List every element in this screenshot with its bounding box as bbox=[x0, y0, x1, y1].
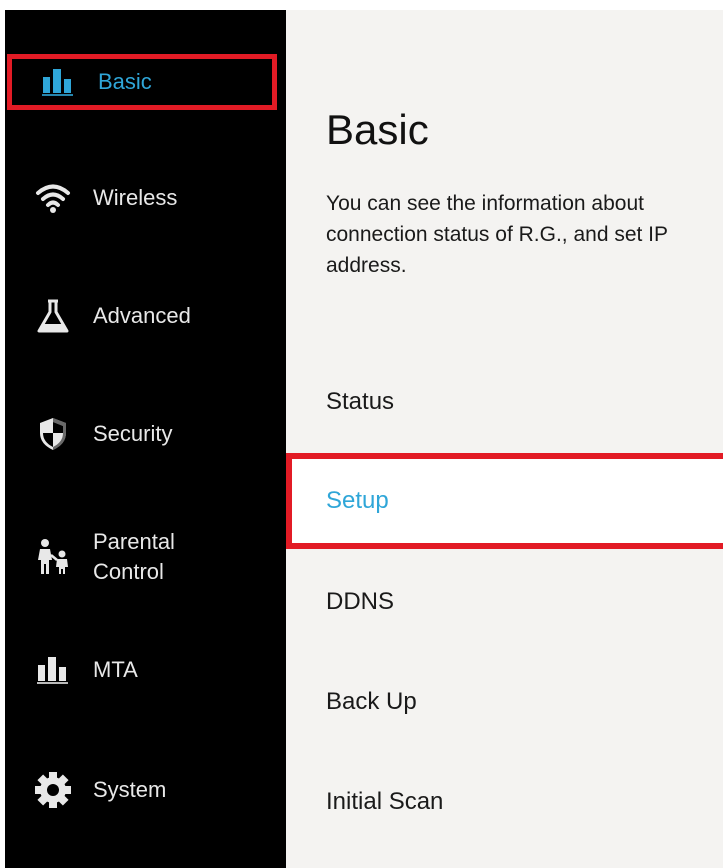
sidebar-item-label: MTA bbox=[93, 657, 138, 682]
sidebar-item-label: Wireless bbox=[93, 185, 178, 210]
menu-item-label: Back Up bbox=[326, 688, 417, 715]
sidebar-item-parental-control[interactable]: Parental Control bbox=[5, 524, 286, 590]
menu-item-status[interactable]: Status bbox=[286, 367, 723, 437]
sidebar-item-basic[interactable]: Basic bbox=[7, 54, 277, 110]
menu-item-label: Setup bbox=[326, 487, 389, 514]
gear-icon bbox=[33, 770, 73, 810]
sidebar-item-label: Parental Control bbox=[93, 529, 175, 584]
bar-chart-icon bbox=[38, 62, 78, 102]
shield-icon bbox=[33, 414, 73, 454]
menu-item-setup[interactable]: Setup bbox=[286, 453, 723, 549]
menu-item-label: Initial Scan bbox=[326, 788, 444, 815]
sidebar-item-wireless[interactable]: Wireless bbox=[5, 170, 286, 226]
sidebar-item-advanced[interactable]: Advanced bbox=[5, 288, 286, 344]
wifi-icon bbox=[33, 178, 73, 218]
router-admin-app: Basic Wireless Advanced Security Parenta… bbox=[0, 0, 723, 868]
menu-item-label: Status bbox=[326, 388, 395, 415]
menu-item-label: DDNS bbox=[326, 588, 395, 615]
page-title: Basic bbox=[326, 106, 429, 153]
sidebar-item-label: Basic bbox=[98, 69, 152, 94]
sidebar-item-label: System bbox=[93, 777, 167, 802]
sidebar-item-security[interactable]: Security bbox=[5, 406, 286, 462]
menu-item-initial-scan[interactable]: Initial Scan bbox=[286, 767, 723, 837]
sidebar-item-label: Security bbox=[93, 421, 173, 446]
sidebar-item-mta[interactable]: MTA bbox=[5, 642, 286, 698]
flask-icon bbox=[33, 296, 73, 336]
bar-chart-icon bbox=[33, 650, 73, 690]
sidebar-item-label: Advanced bbox=[93, 303, 191, 328]
family-icon bbox=[33, 537, 73, 577]
menu-item-ddns[interactable]: DDNS bbox=[286, 567, 723, 637]
main-content: Basic You can see the information about … bbox=[286, 10, 723, 868]
sidebar: Basic Wireless Advanced Security Parenta… bbox=[5, 10, 286, 868]
page-description: You can see the information about connec… bbox=[326, 192, 668, 277]
menu-item-back-up[interactable]: Back Up bbox=[286, 667, 723, 737]
sidebar-item-system[interactable]: System bbox=[5, 762, 286, 818]
